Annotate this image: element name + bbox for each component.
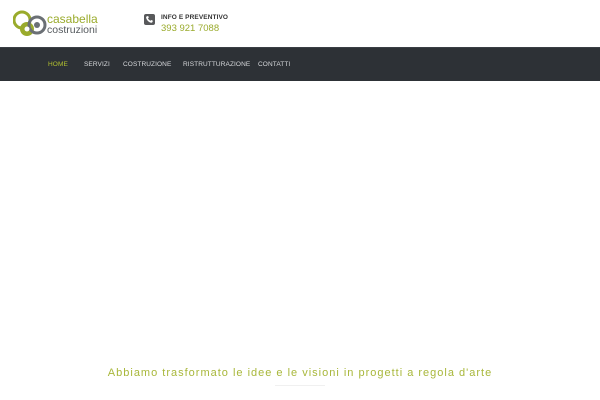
nav-item-ristrutturazione[interactable]: RISTRUTTURAZIONE bbox=[183, 61, 250, 68]
contact-phone-link[interactable]: 393 921 7088 bbox=[161, 23, 219, 34]
nav-item-contatti[interactable]: CONTATTI bbox=[258, 61, 290, 68]
page: casabella costruzioni INFO E PREVENTIVO … bbox=[0, 0, 600, 400]
nav-item-home[interactable]: HOME bbox=[48, 61, 68, 68]
phone-icon bbox=[144, 14, 155, 25]
logo-name-line2: costruzioni bbox=[47, 24, 98, 36]
main-navigation: HOME SERVIZI COSTRUZIONE RISTRUTTURAZION… bbox=[0, 47, 600, 81]
nav-item-costruzione[interactable]: COSTRUZIONE bbox=[123, 61, 171, 68]
hero-tagline: Abbiamo trasformato le idee e le visioni… bbox=[107, 367, 493, 379]
nav-item-servizi[interactable]: SERVIZI bbox=[84, 61, 110, 68]
logo-mark-icon bbox=[13, 10, 47, 36]
contact-label: INFO E PREVENTIVO bbox=[161, 14, 229, 21]
site-header: casabella costruzioni INFO E PREVENTIVO … bbox=[0, 0, 600, 47]
site-logo[interactable]: casabella costruzioni bbox=[13, 9, 103, 39]
hero-section bbox=[0, 81, 600, 400]
tagline-divider bbox=[275, 385, 325, 386]
